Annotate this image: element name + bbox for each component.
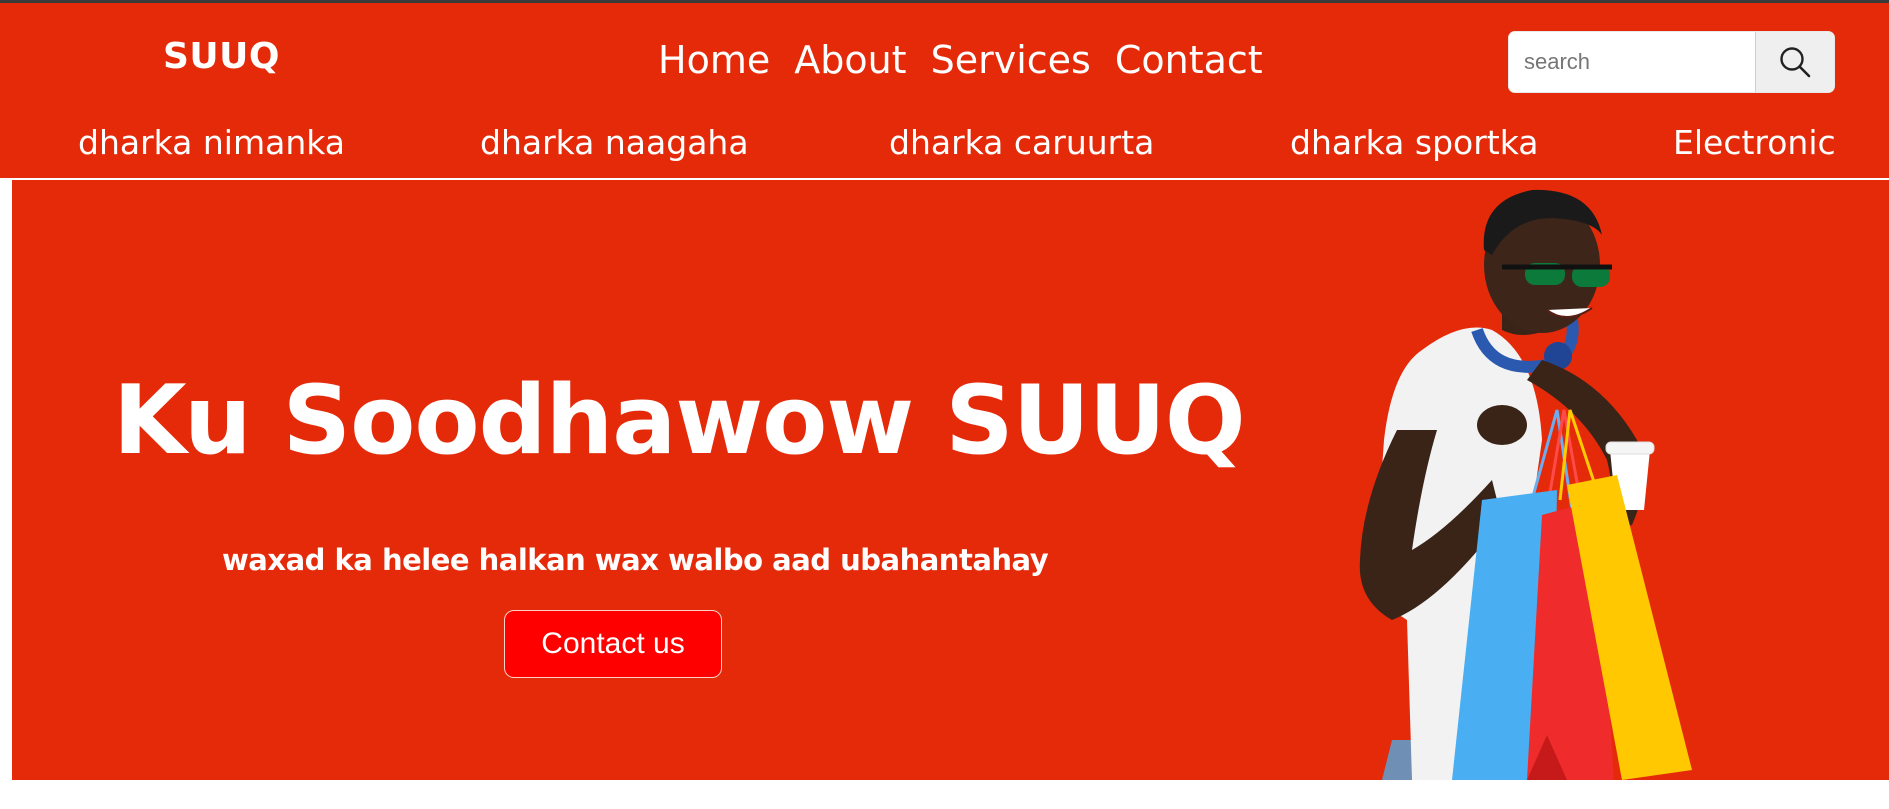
nav-about[interactable]: About — [794, 36, 906, 84]
site-logo[interactable]: SUUQ — [163, 36, 280, 77]
search-box — [1509, 32, 1834, 92]
search-input[interactable] — [1509, 32, 1755, 92]
nav-services[interactable]: Services — [931, 36, 1091, 84]
nav-contact[interactable]: Contact — [1115, 36, 1263, 84]
category-sports[interactable]: dharka sportka — [1290, 118, 1538, 168]
page-bottom — [0, 780, 1889, 809]
shopper-image — [1359, 189, 1692, 780]
category-men[interactable]: dharka nimanka — [78, 118, 345, 168]
contact-us-button[interactable]: Contact us — [504, 610, 722, 678]
nav-home[interactable]: Home — [658, 36, 770, 84]
category-electronic[interactable]: Electronic — [1673, 118, 1836, 168]
search-button[interactable] — [1755, 32, 1834, 92]
hero-banner: Ku Soodhawow SUUQ waxad ka helee halkan … — [12, 180, 1889, 780]
category-nav: dharka nimanka dharka naagaha dharka car… — [0, 118, 1889, 168]
category-women[interactable]: dharka naagaha — [480, 118, 749, 168]
category-kids[interactable]: dharka caruurta — [889, 118, 1154, 168]
hero-subtitle: waxad ka helee halkan wax walbo aad ubah… — [222, 543, 1049, 577]
site-header: SUUQ Home About Services Contact dharka … — [0, 3, 1889, 178]
main-nav: Home About Services Contact — [658, 36, 1263, 84]
search-icon — [1780, 47, 1811, 78]
hero-title: Ku Soodhawow SUUQ — [113, 366, 1246, 476]
